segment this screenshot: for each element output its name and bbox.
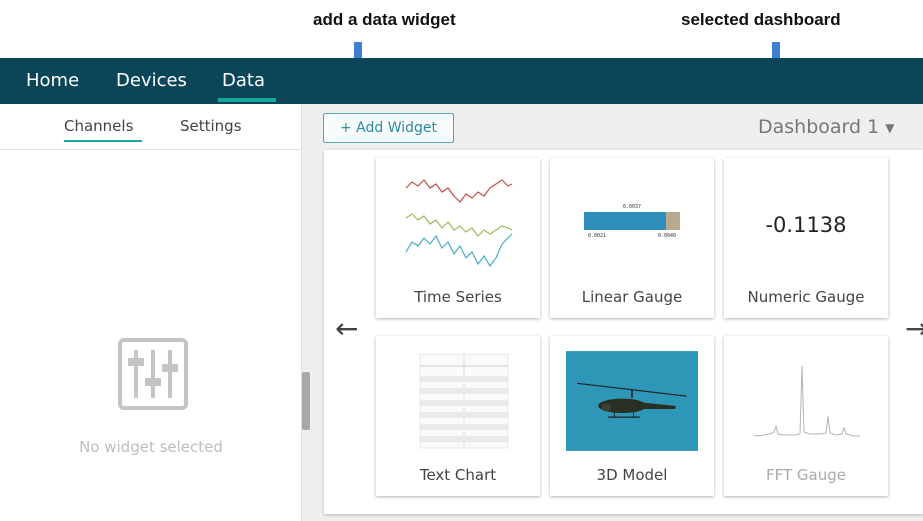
top-navbar: Home Devices Data — [0, 58, 923, 104]
linear-gauge-min: 0.0021 — [588, 233, 606, 239]
time-series-preview-icon — [405, 179, 513, 268]
widget-carousel: ← → Time Series 0.0037 0.0021 0.0040 Lin… — [324, 150, 923, 514]
panel-resizer-track[interactable] — [302, 104, 312, 521]
linear-gauge-preview-icon: 0.0037 0.0021 0.0040 — [584, 204, 680, 239]
panel-tabs: Channels Settings — [0, 104, 302, 150]
widget-card-fft-gauge[interactable]: FFT Gauge — [724, 336, 888, 496]
nav-devices[interactable]: Devices — [116, 70, 187, 91]
arrow-left-icon[interactable]: ← — [335, 315, 358, 343]
widget-card-text-chart[interactable]: Text Chart — [376, 336, 540, 496]
linear-gauge-top-value: 0.0037 — [623, 204, 641, 210]
add-widget-annotation: add a data widget — [313, 10, 456, 29]
widget-card-label: Text Chart — [419, 466, 497, 484]
fft-gauge-preview-icon — [753, 365, 860, 437]
linear-gauge-max: 0.0040 — [658, 233, 676, 239]
numeric-gauge-value: -0.1138 — [765, 213, 847, 237]
tab-settings[interactable]: Settings — [180, 117, 242, 135]
dashboard-name: Dashboard 1 — [758, 116, 880, 138]
tab-active-indicator — [64, 140, 142, 142]
widget-card-label: Numeric Gauge — [747, 288, 865, 306]
tab-channels[interactable]: Channels — [64, 117, 133, 135]
widget-card-label: Linear Gauge — [581, 288, 683, 306]
dashboard-selector[interactable]: Dashboard 1 ▼ — [758, 116, 894, 138]
add-widget-button[interactable]: + Add Widget — [323, 113, 454, 143]
nav-data[interactable]: Data — [222, 70, 265, 91]
arrow-right-icon[interactable]: → — [905, 315, 923, 343]
helicopter-model-icon — [566, 351, 698, 451]
widget-card-3d-model[interactable]: 3D Model — [550, 336, 714, 496]
nav-active-indicator — [218, 98, 276, 102]
widget-settings-panel: Channels Settings No widget selected — [0, 104, 302, 521]
widget-card-label: FFT Gauge — [766, 466, 846, 484]
selected-dashboard-annotation: selected dashboard — [681, 10, 841, 29]
widget-card-linear-gauge[interactable]: 0.0037 0.0021 0.0040 Linear Gauge — [550, 158, 714, 318]
widget-card-numeric-gauge[interactable]: -0.1138 Numeric Gauge — [724, 158, 888, 318]
widget-card-time-series[interactable]: Time Series — [376, 158, 540, 318]
empty-state-message: No widget selected — [79, 438, 223, 456]
text-chart-preview-icon — [419, 353, 509, 449]
sliders-icon — [118, 338, 188, 410]
nav-home[interactable]: Home — [26, 70, 79, 91]
widget-card-label: Time Series — [414, 288, 502, 306]
panel-resizer-handle[interactable] — [302, 372, 310, 430]
widget-card-label: 3D Model — [596, 466, 668, 484]
caret-down-icon: ▼ — [885, 120, 895, 135]
